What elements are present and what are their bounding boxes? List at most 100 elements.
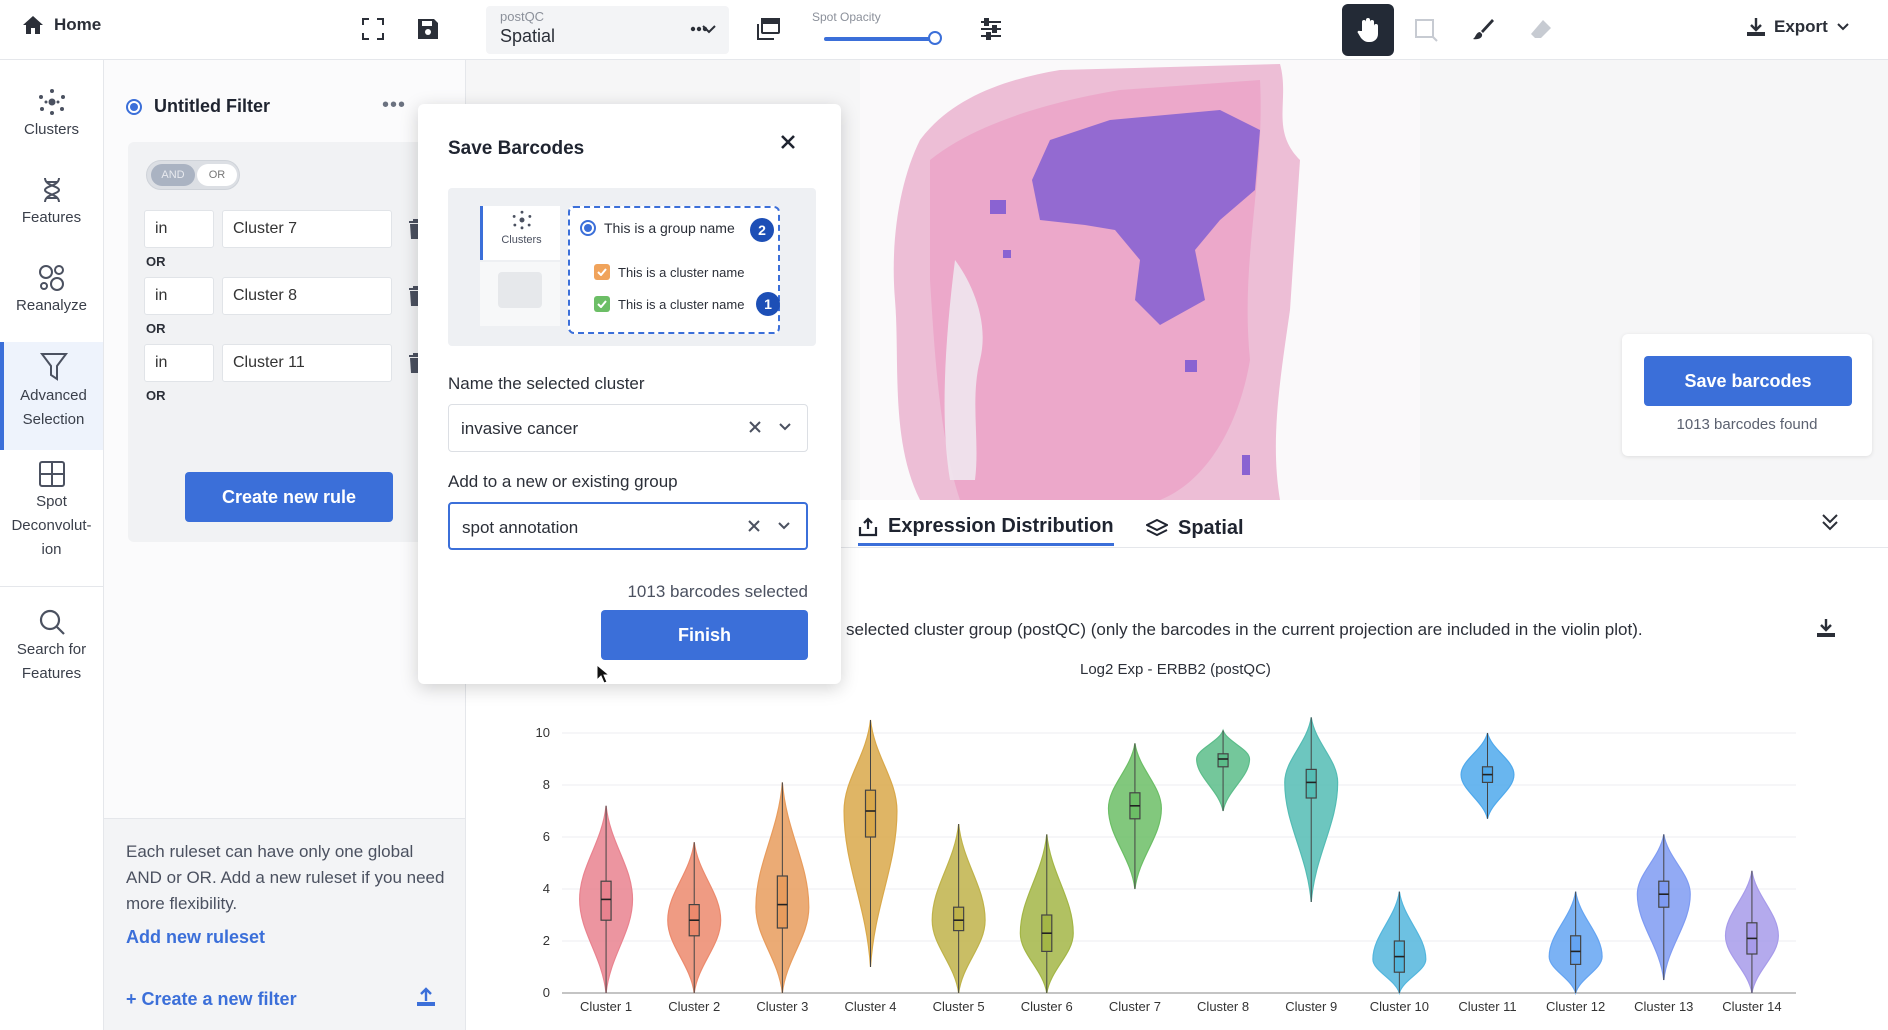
download-icon[interactable] xyxy=(1816,618,1836,638)
clear-icon[interactable] xyxy=(746,518,762,534)
x-tick-label: Cluster 2 xyxy=(668,999,720,1014)
eraser-icon[interactable] xyxy=(1530,18,1552,40)
export-button[interactable]: Export xyxy=(1746,17,1850,37)
brush-icon[interactable] xyxy=(1472,18,1494,40)
create-rule-button[interactable]: Create new rule xyxy=(185,472,393,522)
violin-plot: 0 2 4 6 8 10 Cluster 1 Cluster 2 Cluster 3 Cluste… xyxy=(536,717,1796,1014)
filter-more-icon[interactable]: ••• xyxy=(382,94,406,117)
slider-handle[interactable] xyxy=(928,31,942,45)
tab-spatial[interactable]: Spatial xyxy=(1146,510,1244,546)
tab-expression-distribution[interactable]: Expression Distribution xyxy=(858,510,1114,546)
rule-value[interactable]: Cluster 11 xyxy=(222,344,392,382)
create-filter-link[interactable]: + Create a new filter xyxy=(126,989,297,1010)
check-icon xyxy=(594,296,610,312)
toggle-or[interactable]: OR xyxy=(197,164,237,186)
projection-value: Spatial xyxy=(500,26,556,46)
and-or-toggle[interactable]: AND OR xyxy=(146,160,240,190)
settings-sliders-icon[interactable] xyxy=(980,18,1002,40)
violin-box xyxy=(953,906,965,932)
x-tick-label: Cluster 14 xyxy=(1722,999,1781,1014)
layers-window-icon[interactable] xyxy=(756,18,780,40)
ruleset-info-text: Each ruleset can have only one global AN… xyxy=(126,842,445,913)
violin-box xyxy=(1570,935,1582,966)
filter-title: Untitled Filter xyxy=(154,96,270,116)
violin-box xyxy=(776,875,788,929)
rail-item-spot-deconvolution[interactable]: Spot Deconvolut-ion xyxy=(0,460,103,562)
rule-value[interactable]: Cluster 8 xyxy=(222,277,392,315)
x-tick-label: Cluster 9 xyxy=(1285,999,1337,1014)
rail-divider xyxy=(0,586,103,587)
tissue-section[interactable] xyxy=(860,60,1420,500)
x-tick-label: Cluster 4 xyxy=(844,999,896,1014)
box-select-icon[interactable] xyxy=(1414,18,1438,42)
group-select[interactable]: spot annotation xyxy=(448,502,808,550)
rail-item-advanced-selection[interactable]: Advanced Selection xyxy=(0,342,103,450)
rail-label: Reanalyze xyxy=(16,297,87,314)
upload-icon[interactable] xyxy=(416,987,436,1007)
rule-operator[interactable]: in xyxy=(144,344,214,382)
x-tick-label: Cluster 5 xyxy=(933,999,985,1014)
more-options-icon[interactable] xyxy=(690,26,708,32)
x-tick-label: Cluster 10 xyxy=(1370,999,1429,1014)
y-tick-label: 6 xyxy=(543,829,550,844)
illus-cluster-name: This is a cluster name xyxy=(618,296,745,312)
rule-operator[interactable]: in xyxy=(144,277,214,315)
cluster-name-value: invasive cancer xyxy=(461,419,579,438)
slider-track xyxy=(824,37,934,41)
finish-button[interactable]: Finish xyxy=(601,610,808,660)
rail-item-clusters[interactable]: Clusters xyxy=(0,88,103,142)
rule-operator[interactable]: in xyxy=(144,210,214,248)
close-icon[interactable] xyxy=(780,134,796,150)
y-tick-label: 10 xyxy=(536,725,550,740)
toggle-and[interactable]: AND xyxy=(151,164,195,186)
spot-opacity-slider[interactable]: Spot Opacity xyxy=(812,10,947,50)
filter-panel: Untitled Filter ••• AND OR in Cluster 7 … xyxy=(104,60,466,1030)
grid-icon xyxy=(38,461,65,487)
illus-sidebar: Clusters xyxy=(480,206,560,332)
x-tick-label: Cluster 11 xyxy=(1458,999,1516,1014)
dna-icon xyxy=(43,177,60,203)
add-ruleset-link[interactable]: Add new ruleset xyxy=(126,927,265,948)
mouse-cursor-icon xyxy=(596,664,610,684)
fullscreen-icon[interactable] xyxy=(362,18,384,40)
illus-group-name: This is a group name xyxy=(604,220,735,236)
home-label: Home xyxy=(54,15,102,34)
y-tick-label: 0 xyxy=(543,985,550,1000)
save-barcodes-button[interactable]: Save barcodes xyxy=(1644,356,1852,406)
check-icon xyxy=(594,264,610,280)
rule-value[interactable]: Cluster 7 xyxy=(222,210,392,248)
chevron-down-icon xyxy=(1837,23,1849,31)
chevron-down-icon[interactable] xyxy=(776,518,792,534)
home-button[interactable]: Home xyxy=(22,15,101,35)
clear-icon[interactable] xyxy=(747,419,763,435)
spot-opacity-label: Spot Opacity xyxy=(812,10,881,24)
chevron-down-icon[interactable] xyxy=(777,419,793,435)
x-tick-label: Cluster 7 xyxy=(1109,999,1161,1014)
x-tick-label: Cluster 12 xyxy=(1546,999,1605,1014)
violin-box xyxy=(864,789,877,838)
illus-cluster-name: This is a cluster name xyxy=(618,264,745,280)
illus-radio xyxy=(580,220,596,236)
modal-title: Save Barcodes xyxy=(448,138,585,159)
rail-item-features[interactable]: Features xyxy=(0,176,103,230)
cluster-name-select[interactable]: invasive cancer xyxy=(448,404,808,452)
filter-footer: Each ruleset can have only one global AN… xyxy=(104,818,465,1030)
tool-rail: Clusters Features Reanalyze Advanced Sel… xyxy=(0,60,104,1030)
filter-radio[interactable] xyxy=(126,98,142,115)
illus-cluster-row: This is a cluster name xyxy=(594,264,744,280)
top-toolbar: Home postQC Spatial Spot Opacity Export xyxy=(0,0,1888,60)
clusters-icon xyxy=(512,210,531,230)
save-icon[interactable] xyxy=(417,18,439,40)
layers-icon xyxy=(1146,518,1168,537)
rail-item-search-features[interactable]: Search for Features xyxy=(0,608,103,686)
rail-item-reanalyze[interactable]: Reanalyze xyxy=(0,264,103,318)
download-icon xyxy=(1747,18,1765,36)
pan-tool-button[interactable] xyxy=(1342,4,1394,56)
or-label: OR xyxy=(146,254,166,269)
tab-label: Spatial xyxy=(1178,516,1244,539)
reanalyze-icon xyxy=(38,265,64,291)
filter-title-row[interactable]: Untitled Filter xyxy=(126,96,270,117)
group-label: Add to a new or existing group xyxy=(448,472,678,491)
collapse-chevrons-icon[interactable] xyxy=(1820,512,1840,532)
illus-clusters-tab: Clusters xyxy=(480,206,560,260)
